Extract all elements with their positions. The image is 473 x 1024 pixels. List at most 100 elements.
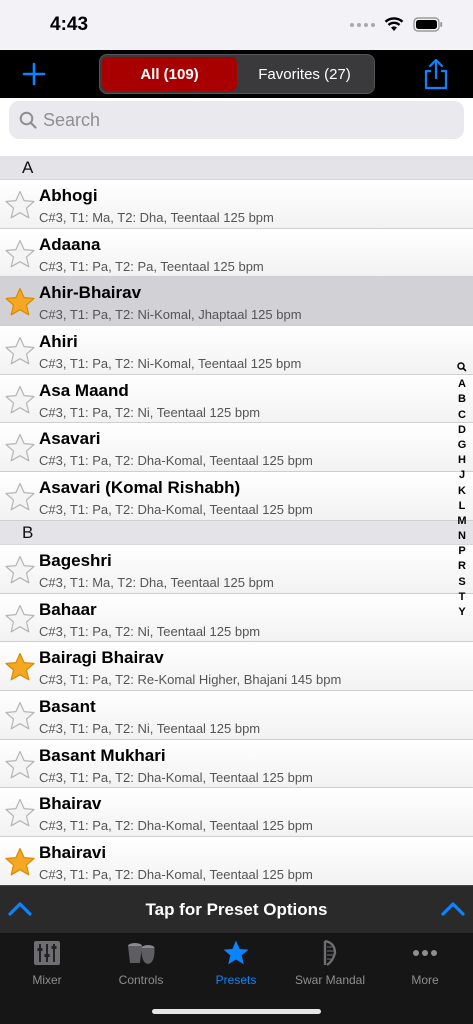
chevron-up-icon[interactable] (439, 896, 467, 920)
status-bar: 4:43 (0, 0, 473, 50)
filter-segmented-control: All (109) Favorites (27) (99, 54, 375, 94)
preset-row[interactable]: Asa Maand C#3, T1: Pa, T2: Ni, Teentaal 1… (0, 374, 473, 424)
favorite-star-filled-icon[interactable] (4, 286, 36, 318)
ellipsis-icon (413, 950, 437, 956)
battery-icon (413, 17, 443, 32)
plus-icon[interactable] (14, 56, 54, 92)
index-letter[interactable]: K (458, 484, 466, 499)
favorite-star-empty-icon[interactable] (4, 238, 36, 270)
index-letter[interactable]: C (458, 408, 466, 423)
preset-row[interactable]: Bageshri C#3, T1: Ma, T2: Dha, Teentaal 1… (0, 544, 473, 594)
cellular-signal-icon (350, 22, 375, 27)
favorite-star-empty-icon[interactable] (4, 554, 36, 586)
preset-name: Basant Mukhari (39, 745, 166, 765)
search-bar[interactable] (9, 101, 464, 139)
index-letter[interactable]: B (458, 392, 466, 407)
tab-label: Presets (215, 973, 257, 987)
favorite-star-empty-icon[interactable] (4, 384, 36, 416)
favorite-star-empty-icon[interactable] (4, 797, 36, 829)
index-letter[interactable]: D (458, 423, 466, 438)
preset-row[interactable]: Basant Mukhari C#3, T1: Pa, T2: Dha-Komal… (0, 739, 473, 789)
index-letter[interactable]: Y (458, 605, 465, 620)
preset-row[interactable]: Bhairavi C#3, T1: Pa, T2: Dha-Komal, Teen… (0, 836, 473, 885)
tabla-icon (128, 943, 155, 964)
favorite-star-empty-icon[interactable] (4, 189, 36, 221)
favorite-star-empty-icon[interactable] (4, 432, 36, 464)
preset-row[interactable]: Ahir-Bhairav C#3, T1: Pa, T2: Ni-Komal, J… (0, 277, 473, 327)
preset-name: Ahir-Bhairav (39, 283, 142, 303)
preset-name: Abhogi (39, 186, 98, 205)
tab-label: Mixer (32, 973, 62, 987)
wifi-icon (384, 17, 404, 31)
star-icon (223, 940, 249, 965)
search-input[interactable] (43, 109, 423, 131)
preset-detail: C#3, T1: Pa, T2: Dha-Komal, Teentaal 125… (39, 453, 313, 469)
sliders-icon (34, 941, 60, 965)
favorite-star-empty-icon[interactable] (4, 603, 36, 635)
index-search-icon[interactable] (457, 362, 467, 377)
preset-detail: C#3, T1: Pa, T2: Dha-Komal, Teentaal 125… (39, 502, 313, 518)
section-index[interactable]: ABCDGHJKLMNPRSTY (454, 362, 470, 620)
index-letter[interactable]: T (459, 590, 466, 605)
preset-detail: C#3, T1: Pa, T2: Pa, Teentaal 125 bpm (39, 258, 264, 274)
preset-row[interactable]: Bhairav C#3, T1: Pa, T2: Dha-Komal, Teent… (0, 788, 473, 837)
section-header-b: B (0, 520, 473, 545)
preset-name: Adaana (39, 234, 101, 254)
favorite-star-empty-icon[interactable] (4, 700, 36, 732)
toolbar: All (109) Favorites (27) (0, 50, 473, 98)
preset-row[interactable]: Basant C#3, T1: Pa, T2: Ni, Teentaal 125 … (0, 690, 473, 740)
preset-list[interactable]: A Abhogi C#3, T1: Ma, T2: Dha, Teentaal 1… (0, 156, 473, 885)
index-letter[interactable]: G (458, 438, 467, 453)
preset-name: Bairagi Bhairav (39, 648, 164, 668)
favorite-star-empty-icon[interactable] (4, 481, 36, 513)
tab-controls[interactable]: Controls (94, 939, 188, 991)
preset-name: Bageshri (39, 550, 112, 570)
preset-detail: C#3, T1: Pa, T2: Re-Komal Higher, Bhajan… (39, 672, 342, 688)
preset-detail: C#3, T1: Pa, T2: Dha-Komal, Teentaal 125… (39, 866, 313, 882)
preset-name: Asa Maand (39, 380, 129, 400)
preset-name: Bhairav (39, 794, 102, 814)
tab-mixer[interactable]: Mixer (0, 939, 94, 991)
search-icon (19, 111, 37, 129)
index-letter[interactable]: N (458, 529, 466, 544)
home-indicator (152, 1009, 321, 1014)
tab-label: Swar Mandal (294, 973, 366, 987)
preset-row[interactable]: Asavari C#3, T1: Pa, T2: Dha-Komal, Teent… (0, 423, 473, 473)
status-time: 4:43 (50, 14, 89, 35)
favorite-star-empty-icon[interactable] (4, 749, 36, 781)
segment-favorites[interactable]: Favorites (27) (237, 57, 372, 91)
preset-detail: C#3, T1: Pa, T2: Ni, Teentaal 125 bpm (39, 720, 261, 736)
tab-label: Controls (118, 973, 164, 987)
index-letter[interactable]: H (458, 453, 466, 468)
index-letter[interactable]: L (459, 499, 466, 514)
favorite-star-filled-icon[interactable] (4, 651, 36, 683)
harp-icon (323, 939, 337, 966)
index-letter[interactable]: A (458, 377, 466, 392)
tab-presets[interactable]: Presets (189, 939, 283, 991)
favorite-star-filled-icon[interactable] (4, 846, 36, 878)
preset-options-bar[interactable]: Tap for Preset Options (0, 885, 473, 933)
preset-detail: C#3, T1: Pa, T2: Ni-Komal, Teentaal 125 … (39, 356, 302, 372)
preset-detail: C#3, T1: Ma, T2: Dha, Teentaal 125 bpm (39, 574, 274, 590)
tab-swar-mandal[interactable]: Swar Mandal (283, 939, 377, 991)
preset-row[interactable]: Bairagi Bhairav C#3, T1: Pa, T2: Re-Komal… (0, 642, 473, 691)
favorite-star-empty-icon[interactable] (4, 335, 36, 367)
preset-row[interactable]: Ahiri C#3, T1: Pa, T2: Ni-Komal, Teentaal… (0, 326, 473, 375)
index-letter[interactable]: P (458, 544, 465, 559)
preset-row[interactable]: Bahaar C#3, T1: Pa, T2: Ni, Teentaal 125 … (0, 593, 473, 643)
index-letter[interactable]: J (459, 468, 465, 483)
preset-row[interactable]: Abhogi C#3, T1: Ma, T2: Dha, Teentaal 125… (0, 180, 473, 229)
share-icon[interactable] (421, 58, 451, 90)
preset-row[interactable]: Adaana C#3, T1: Pa, T2: Pa, Teentaal 125 … (0, 228, 473, 278)
index-letter[interactable]: R (458, 559, 466, 574)
preset-options-label[interactable]: Tap for Preset Options (0, 900, 473, 920)
preset-row[interactable]: Asavari (Komal Rishabh) C#3, T1: Pa, T2: … (0, 472, 473, 521)
section-header-a: A (0, 156, 473, 180)
index-letter[interactable]: S (458, 575, 465, 590)
index-letter[interactable]: M (457, 514, 466, 529)
segment-all[interactable]: All (109) (102, 57, 237, 91)
tab-more[interactable]: More (378, 939, 472, 991)
preset-detail: C#3, T1: Pa, T2: Dha-Komal, Teentaal 125… (39, 818, 313, 834)
search-area (0, 98, 473, 156)
preset-detail: C#3, T1: Pa, T2: Ni, Teentaal 125 bpm (39, 623, 261, 639)
